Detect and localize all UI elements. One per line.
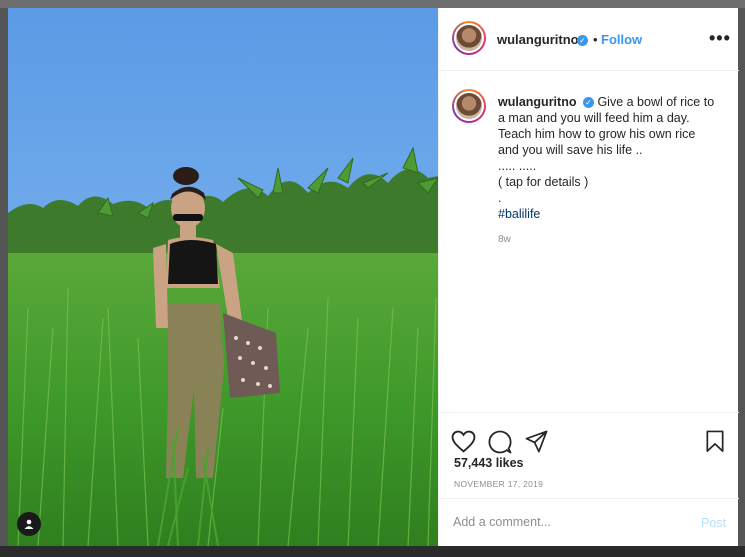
avatar[interactable] (452, 21, 486, 55)
username-link[interactable]: wulanguritno (497, 32, 579, 47)
backdrop-right (738, 8, 745, 546)
backdrop-left (0, 8, 8, 546)
post-header: wulanguritno ✓ • Follow ••• (439, 8, 739, 71)
more-options-icon[interactable]: ••• (709, 28, 731, 49)
user-tag-button[interactable] (17, 512, 41, 536)
hashtag-link[interactable]: #balilife (498, 206, 723, 222)
rice-field-photo (8, 8, 438, 546)
post-photo[interactable] (8, 8, 438, 546)
user-tag-icon (24, 519, 34, 529)
likes-count[interactable]: 57,443 likes (454, 456, 524, 470)
caption-line: ..... ..... (498, 159, 537, 173)
post-date: NOVEMBER 17, 2019 (454, 479, 544, 489)
caption-username-link[interactable]: wulanguritno (498, 95, 576, 109)
post-comment-button[interactable]: Post (701, 516, 726, 530)
action-bar: 57,443 likes NOVEMBER 17, 2019 (439, 412, 739, 498)
follow-button[interactable]: Follow (601, 32, 642, 47)
caption-line: Teach him how to grow his own rice (498, 127, 696, 141)
relative-time: 8w (498, 234, 511, 245)
heart-icon[interactable] (451, 430, 476, 453)
comment-box: Post (439, 498, 739, 546)
backdrop-bottom (0, 546, 745, 557)
caption-text: Give a bowl of rice to (597, 95, 715, 109)
backdrop-top (0, 0, 745, 8)
caption-avatar[interactable] (452, 89, 486, 123)
separator-dot: • (593, 32, 598, 47)
caption: wulanguritno ✓ Give a bowl of rice to a … (498, 94, 723, 222)
caption-line: and you will save his life .. (498, 143, 643, 157)
post-side-panel: wulanguritno ✓ • Follow ••• wulanguritno… (438, 8, 739, 546)
post-modal: wulanguritno ✓ • Follow ••• wulanguritno… (8, 8, 739, 546)
caption-avatar-image (456, 93, 482, 119)
comment-bubble-icon[interactable] (488, 430, 512, 454)
verified-badge-icon: ✓ (577, 35, 588, 46)
caption-line: a man and you will feed him a day. (498, 111, 690, 125)
caption-line: . (498, 191, 502, 205)
caption-verified-badge-icon: ✓ (582, 97, 594, 109)
bookmark-icon[interactable] (705, 430, 725, 453)
comment-input[interactable] (453, 513, 673, 531)
caption-line: ( tap for details ) (498, 175, 589, 189)
paper-plane-icon[interactable] (525, 430, 548, 453)
comments-section: wulanguritno ✓ Give a bowl of rice to a … (439, 72, 739, 412)
avatar-image (456, 25, 482, 51)
